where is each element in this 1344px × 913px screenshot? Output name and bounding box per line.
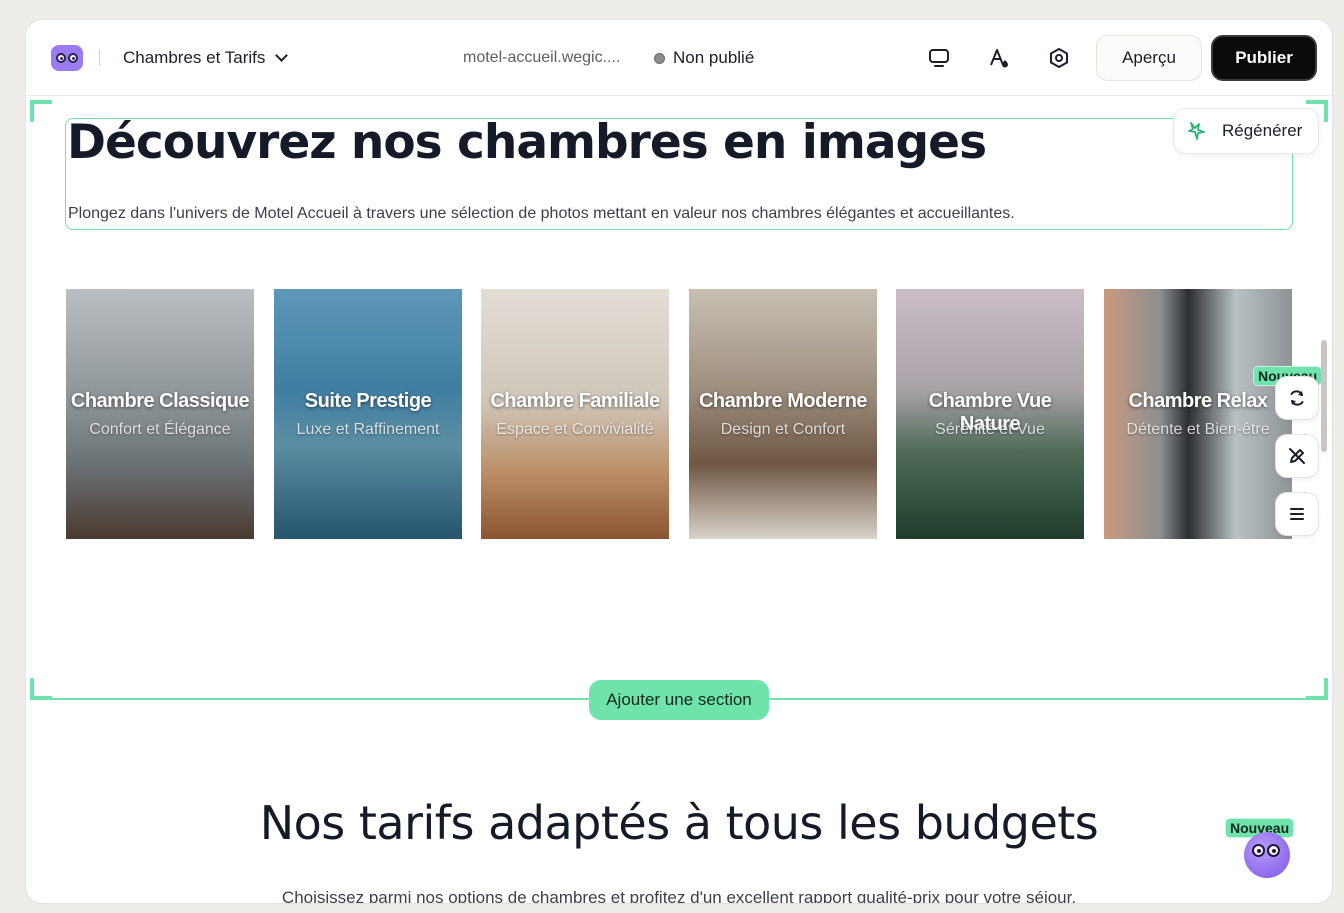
status-text: Non publié [673,48,755,67]
publish-button[interactable]: Publier [1211,35,1317,81]
gallery-card[interactable]: Chambre Classique Confort et Élégance [66,289,254,539]
pricing-section-lead[interactable]: Choisissez parmi nos options de chambres… [26,888,1332,903]
status-dot-icon [654,52,665,64]
card-subtitle: Design et Confort [720,421,846,438]
page-name: Chambres et Tarifs [123,48,266,67]
menu-icon [1290,508,1304,520]
preview-button[interactable]: Aperçu [1096,35,1202,81]
regenerate-button[interactable]: Régénérer [1173,108,1319,154]
card-title: Chambre Relax [1128,390,1268,412]
swap-layout-button[interactable] [1275,376,1319,420]
site-domain[interactable]: motel-accueil.wegic.... [463,49,620,67]
card-title: Chambre Classique [70,390,250,412]
edit-style-button[interactable] [1275,434,1319,478]
editor-frame: Chambres et Tarifs motel-accueil.wegic..… [26,20,1332,903]
card-title: Chambre Familiale [490,390,660,412]
chevron-down-icon [275,49,289,62]
gallery-card[interactable]: Chambre Vue Nature Sérénité et Vue [896,289,1084,539]
card-subtitle: Confort et Élégance [89,421,231,438]
card-subtitle: Détente et Bien-être [1126,421,1270,438]
card-title: Suite Prestige [304,390,432,412]
gallery-card[interactable]: Chambre Relax Détente et Bien-être [1104,289,1292,539]
gallery-section-title[interactable]: Découvrez nos chambres en images [67,115,987,170]
scrollbar-thumb[interactable] [1321,340,1327,452]
assistant-mascot-icon[interactable] [1244,832,1290,878]
gallery-card[interactable]: Suite Prestige Luxe et Raffinement [274,289,462,539]
regenerate-label: Régénérer [1222,121,1303,140]
selection-corner [1306,678,1328,700]
divider [99,50,100,66]
card-title: Chambre Moderne [698,390,868,412]
publish-status: Non publié [654,48,754,68]
sparkle-icon [1188,122,1205,140]
card-subtitle: Espace et Convivialité [496,421,654,438]
section-menu-button[interactable] [1275,492,1319,536]
page-selector[interactable]: Chambres et Tarifs [123,48,289,68]
selection-corner [30,100,52,122]
card-subtitle: Luxe et Raffinement [296,421,440,438]
refresh-icon [1290,390,1304,406]
gallery-section-lead[interactable]: Plongez dans l'univers de Motel Accueil … [68,205,1015,223]
selection-corner [30,678,52,700]
settings-icon[interactable] [1046,45,1072,71]
device-preview-icon[interactable] [926,45,952,71]
gallery-card[interactable]: Chambre Familiale Espace et Convivialité [481,289,669,539]
pen-icon [1289,448,1305,464]
room-gallery: Chambre Classique Confort et Élégance Su… [66,289,1292,539]
top-bar: Chambres et Tarifs motel-accueil.wegic..… [26,20,1332,96]
gallery-card[interactable]: Chambre Moderne Design et Confort [689,289,877,539]
card-subtitle: Sérénité et Vue [935,421,1045,438]
add-section-button[interactable]: Ajouter une section [589,680,769,720]
pricing-section-title[interactable]: Nos tarifs adaptés à tous les budgets [26,796,1332,850]
logo-icon[interactable] [51,45,83,71]
theme-style-icon[interactable] [986,45,1012,71]
